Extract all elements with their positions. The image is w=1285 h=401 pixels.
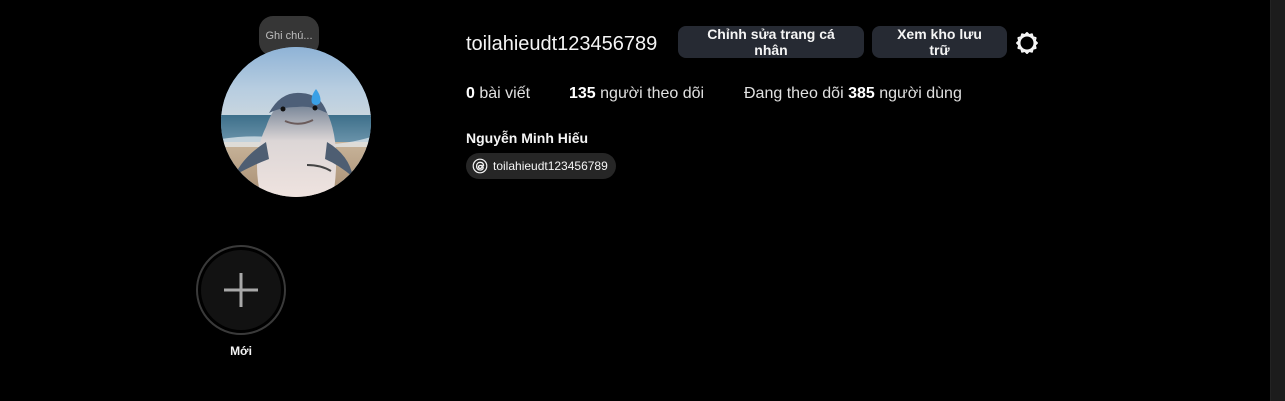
threads-handle: toilahieudt123456789 (493, 159, 608, 173)
posts-count: 0 (466, 85, 475, 102)
following-prefix: Đang theo dõi (744, 85, 844, 102)
profile-page: Ghi chú... Mới toilahieudt123456789 Chỉn… (0, 0, 1285, 401)
note-placeholder: Ghi chú... (265, 30, 313, 42)
posts-label: bài viết (479, 85, 531, 102)
plus-icon (224, 273, 258, 307)
stat-posts: 0 bài viết (466, 84, 530, 104)
view-archive-button[interactable]: Xem kho lưu trữ (872, 26, 1007, 58)
scrollbar[interactable] (1270, 0, 1285, 401)
followers-label: người theo dõi (600, 85, 705, 102)
stat-followers[interactable]: 135 người theo dõi (569, 84, 704, 104)
edit-profile-button[interactable]: Chỉnh sửa trang cá nhân (678, 26, 864, 58)
new-highlight-circle (201, 250, 281, 330)
username: toilahieudt123456789 (466, 33, 658, 55)
following-label: người dùng (879, 85, 962, 102)
new-highlight-label: Mới (230, 344, 252, 358)
avatar[interactable] (221, 47, 371, 197)
avatar-image (221, 47, 371, 197)
full-name: Nguyễn Minh Hiếu (466, 130, 589, 146)
gear-icon[interactable] (1014, 30, 1040, 56)
new-highlight-button[interactable] (196, 245, 286, 335)
stat-following[interactable]: Đang theo dõi 385 người dùng (744, 84, 962, 104)
threads-icon (472, 158, 488, 174)
threads-badge[interactable]: toilahieudt123456789 (466, 153, 616, 179)
followers-count: 135 (569, 85, 596, 102)
following-count: 385 (848, 85, 875, 102)
